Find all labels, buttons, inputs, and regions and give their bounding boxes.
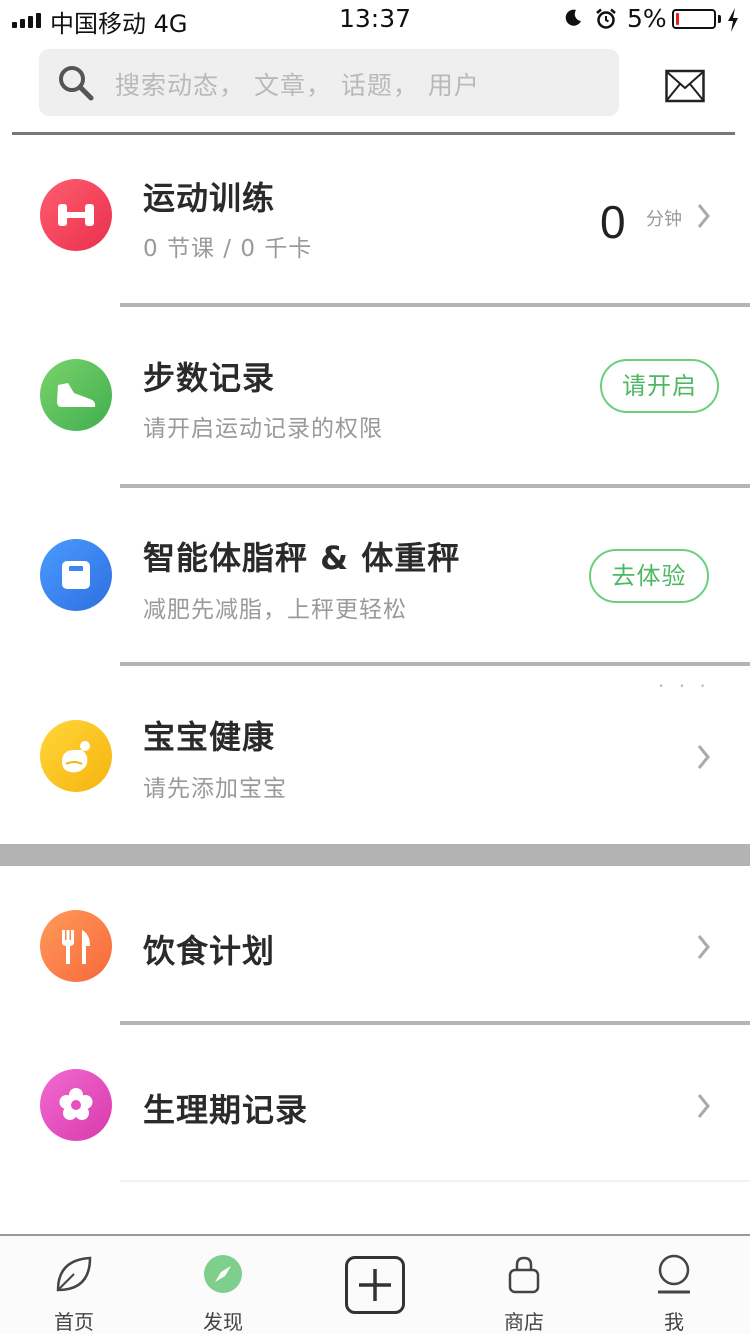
battery-icon bbox=[672, 9, 716, 29]
status-bar: 中国移动 4G 13:37 5% bbox=[0, 0, 750, 40]
list-item-baby[interactable]: 宝宝健康 请先添加宝宝 bbox=[0, 666, 750, 844]
tab-discover[interactable]: 发现 bbox=[163, 1236, 283, 1334]
chevron-right-icon bbox=[697, 204, 710, 228]
tab-home-label: 首页 bbox=[54, 1310, 94, 1334]
battery-tip bbox=[718, 15, 721, 23]
dumbbell-icon bbox=[40, 179, 112, 251]
chevron-right-icon bbox=[697, 935, 710, 959]
scale-subtitle: 减肥先减脂，上秤更轻松 bbox=[143, 597, 407, 623]
charging-bolt-icon bbox=[728, 8, 738, 32]
plus-icon bbox=[359, 1269, 391, 1301]
chevron-right-icon bbox=[697, 1094, 710, 1118]
section-divider bbox=[0, 844, 750, 866]
tab-discover-label: 发现 bbox=[203, 1310, 243, 1334]
shopping-bag-icon bbox=[508, 1256, 540, 1294]
moon-icon bbox=[565, 9, 581, 26]
add-button[interactable] bbox=[345, 1256, 405, 1314]
tab-me-label: 我 bbox=[664, 1310, 684, 1334]
try-scale-button[interactable]: 去体验 bbox=[589, 549, 709, 603]
header-divider bbox=[12, 132, 735, 135]
alarm-clock-icon bbox=[596, 8, 616, 29]
chevron-right-icon bbox=[697, 745, 710, 769]
training-subtitle: 0 节课 / 0 千卡 bbox=[143, 236, 313, 262]
list-item-period[interactable]: 生理期记录 bbox=[0, 1025, 750, 1181]
training-title: 运动训练 bbox=[143, 179, 276, 217]
fork-knife-icon bbox=[40, 910, 112, 982]
search-placeholder: 搜索动态， 文章， 话题， 用户 bbox=[115, 71, 480, 100]
tab-shop[interactable]: 商店 bbox=[464, 1236, 584, 1334]
enable-steps-button[interactable]: 请开启 bbox=[600, 359, 719, 413]
leaf-icon bbox=[56, 1256, 92, 1292]
steps-subtitle: 请开启运动记录的权限 bbox=[143, 416, 383, 442]
tab-me[interactable]: 我 bbox=[614, 1236, 734, 1334]
scale-title: 智能体脂秤 & 体重秤 bbox=[143, 539, 461, 577]
tab-bar: 首页 发现 商店 我 bbox=[0, 1234, 750, 1334]
baby-bottle-icon bbox=[40, 720, 112, 792]
baby-title: 宝宝健康 bbox=[143, 718, 276, 756]
list-item-diet[interactable]: 饮食计划 bbox=[0, 866, 750, 1022]
tab-home[interactable]: 首页 bbox=[14, 1236, 134, 1334]
flower-icon bbox=[40, 1069, 112, 1141]
row-divider bbox=[120, 1180, 750, 1182]
scale-icon bbox=[40, 539, 112, 611]
search-input[interactable]: 搜索动态， 文章， 话题， 用户 bbox=[39, 49, 619, 116]
list-item-training[interactable]: 运动训练 0 节课 / 0 千卡 bbox=[0, 137, 750, 305]
compass-icon bbox=[204, 1255, 242, 1293]
mail-icon[interactable] bbox=[665, 69, 705, 103]
training-minutes-value: 0 bbox=[600, 196, 626, 248]
tab-shop-label: 商店 bbox=[504, 1310, 544, 1334]
diet-title: 饮食计划 bbox=[143, 932, 276, 970]
period-title: 生理期记录 bbox=[143, 1091, 309, 1129]
search-icon bbox=[59, 66, 94, 101]
shoe-icon bbox=[40, 359, 112, 431]
training-minutes-unit: 分钟 bbox=[646, 209, 682, 230]
steps-title: 步数记录 bbox=[143, 359, 276, 397]
battery-percent: 5% bbox=[627, 4, 667, 33]
baby-subtitle: 请先添加宝宝 bbox=[143, 776, 287, 802]
profile-icon bbox=[658, 1254, 690, 1294]
